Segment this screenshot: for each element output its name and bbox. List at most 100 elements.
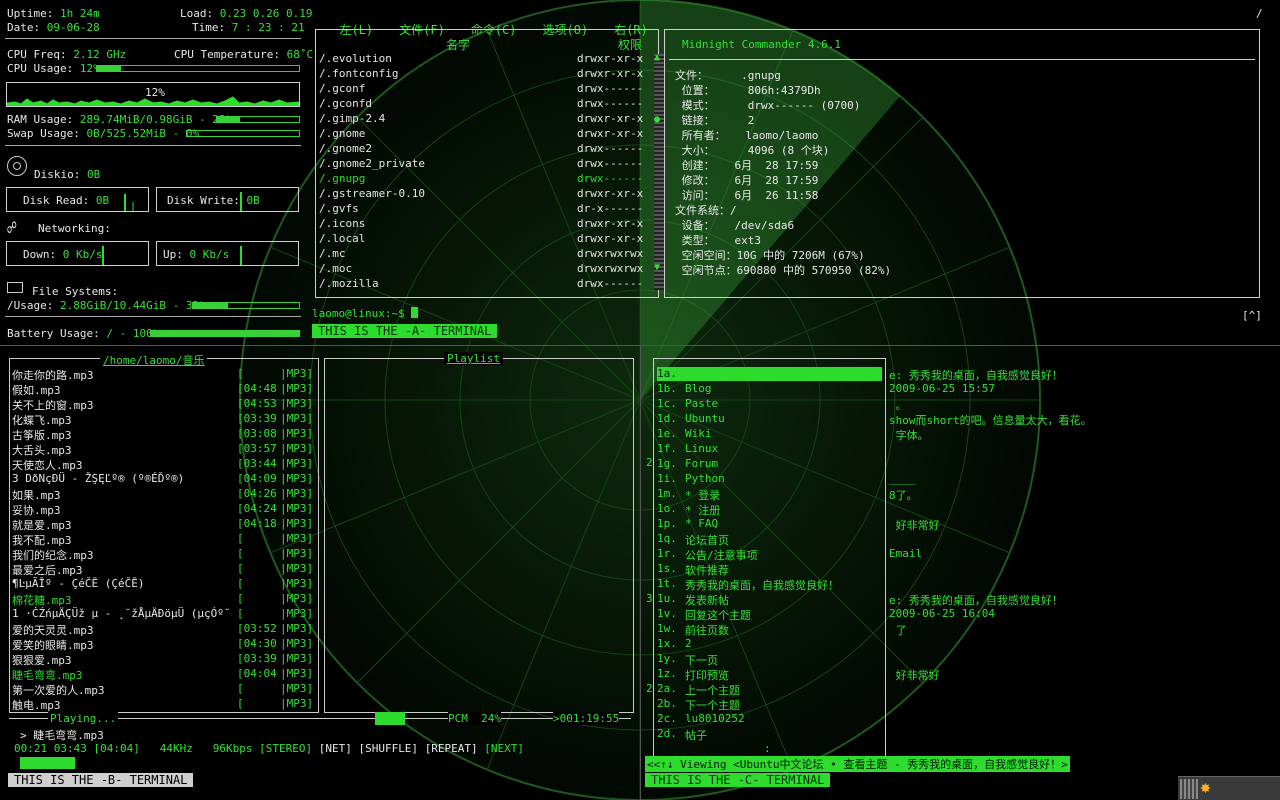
link-row[interactable]: 1t. 秀秀我的桌面，自我感觉良好！ [657,577,882,592]
song-row[interactable]: 触电.mp3 [|MP3] [12,697,317,712]
song-row[interactable]: 化蝶飞.mp3 [03:39 |MP3] [12,412,317,427]
file-name: /.gnome [319,127,366,140]
file-row[interactable]: /.moc drwxrwxrwx [319,262,649,276]
link-row[interactable]: 1f. Linux [657,442,882,456]
song-row[interactable]: 假如.mp3 [04:48 |MP3] [12,382,317,397]
file-row[interactable]: /.gconf drwx------ [319,82,649,96]
link-row[interactable]: 1y. 下一页 [657,652,882,667]
song-row[interactable]: 你走你的路.mp3 [|MP3] [12,367,317,382]
mc-left-panel[interactable]: 名字 权限 /.evolution drwxr-xr-x /.fontconfig d… [315,29,664,298]
song-row[interactable]: 第一次爱的人.mp3 [|MP3] [12,682,317,697]
song-row[interactable]: 我不配.mp3 [|MP3] [12,532,317,547]
diskio-label: Diskio: [34,168,81,181]
link-row[interactable]: 1m. * 登录 [657,487,882,502]
link-row[interactable]: 1p. * FAQ [657,517,882,531]
link-row[interactable]: 2c. lu8010252 [657,712,882,726]
link-row[interactable]: 1g. Forum [657,457,882,471]
link-row[interactable]: 1i. Python [657,472,882,486]
link-key: 1y. [657,652,677,665]
up-graph: Up: 0 Kb/s [156,241,299,266]
file-row[interactable]: /.gvfs dr-x------ [319,202,649,216]
song-row[interactable]: 最爱之后.mp3 [|MP3] [12,562,317,577]
song-row[interactable]: 如果.mp3 [04:26 |MP3] [12,487,317,502]
diskio-value: 0B [86,168,101,181]
link-row[interactable]: 1d. Ubuntu [657,412,882,426]
link-label: 2 [685,637,692,650]
song-row[interactable]: ¶ĿµÃĪº - ÇéČĒ (ÇéČĒ) [|MP3] [12,577,317,591]
song-row[interactable]: 天使恋人.mp3 [03:44 |MP3] [12,457,317,472]
link-row[interactable]: 2b. 下一个主题 [657,697,882,712]
progress-bar[interactable] [20,757,75,769]
file-row[interactable]: /.evolution drwxr-xr-x [319,52,649,66]
song-row[interactable]: 狠狠爱.mp3 [03:39 |MP3] [12,652,317,667]
link-row[interactable]: 1v. 回复这个主题 [657,607,882,622]
link-row[interactable]: 1s. 软件推荐 [657,562,882,577]
song-format: |MP3] [280,442,314,455]
link-row[interactable]: 1c. Paste [657,397,882,411]
cpu-temp-value: 68˚C [286,48,314,61]
tray-handle[interactable] [1180,779,1198,799]
playing-label: Playing... [48,712,119,725]
song-format: |MP3] [280,517,314,530]
side-marker: 3 [646,592,653,605]
file-row[interactable]: /.gnome2 drwx------ [319,142,649,156]
file-row[interactable]: /.icons drwxr-xr-x [319,217,649,231]
file-row[interactable]: /.mozilla drwx------ [319,277,649,291]
volume-bar[interactable] [375,712,405,725]
song-duration: [03:57 [237,442,277,455]
column-name-header[interactable]: 名字 [446,36,470,53]
content-line: Email [889,547,923,560]
song-row[interactable]: 关不上的窗.mp3 [04:53 |MP3] [12,397,317,412]
song-row[interactable]: 棉花糖.mp3 [|MP3] [12,592,317,607]
scroll-down-icon[interactable]: ▼ [654,262,660,273]
link-row[interactable]: 1q. 论坛首页 [657,532,882,547]
link-row[interactable]: 1x. 2 [657,637,882,651]
file-row[interactable]: /.gnome2_private drwx------ [319,157,649,171]
moc-playlist-panel[interactable] [324,358,634,713]
file-row[interactable]: /.gstreamer-0.10 drwxr-xr-x [319,187,649,201]
sun-icon[interactable]: ✸ [1200,777,1211,798]
info-line: 设备： /dev/sda6 [675,219,795,232]
link-row[interactable]: 1w. 前往页数 [657,622,882,637]
file-row[interactable]: /.gimp-2.4 drwxr-xr-x [319,112,649,126]
moc-directory-title: /home/laomo/音乐 [100,352,208,368]
link-row[interactable]: 1e. Wiki [657,427,882,441]
file-name: /.gnupg [319,172,366,185]
song-row[interactable]: 古筝版.mp3 [03:08 |MP3] [12,427,317,442]
info-line: 文件： .gnupg [675,69,781,82]
song-row[interactable]: 我们的纪念.mp3 [|MP3] [12,547,317,562]
link-row[interactable]: 1z. 打印预览 [657,667,882,682]
scroll-thumb-icon[interactable]: ● [654,114,660,125]
song-row[interactable]: 大舌头.mp3 [03:57 |MP3] [12,442,317,457]
link-row[interactable]: 1b. Blog [657,382,882,396]
file-row[interactable]: /.gnupg drwx------ [319,172,649,186]
terminal-c-label: THIS IS THE -C- TERMINAL [645,773,831,787]
file-name: /.gnome2 [319,142,372,155]
song-row[interactable]: 睫毛弯弯.mp3 [04:04 |MP3] [12,667,317,682]
song-row[interactable]: 就是爱.mp3 [04:18 |MP3] [12,517,317,532]
song-row[interactable]: 爱笑的眼睛.mp3 [04:30 |MP3] [12,637,317,652]
file-row[interactable]: /.gconfd drwx------ [319,97,649,111]
column-perm-header[interactable]: 权限 [618,36,642,53]
link-row[interactable]: 1a. [657,367,882,381]
link-key: 1u. [657,592,677,605]
cursor[interactable] [411,307,419,318]
link-row[interactable]: 2a. 上一个主题 [657,682,882,697]
scrollbar[interactable] [654,54,664,290]
song-duration: [ [237,367,244,380]
link-row[interactable]: 1u. 发表新帖 [657,592,882,607]
link-row[interactable]: 1o. * 注册 [657,502,882,517]
song-row[interactable]: 妥协.mp3 [04:24 |MP3] [12,502,317,517]
link-row[interactable]: 1r. 公告/注意事项 [657,547,882,562]
file-row[interactable]: /.fontconfig drwxr-xr-x [319,67,649,81]
link-label: Blog [685,382,712,395]
link-row[interactable]: 2d. 帖子 [657,727,882,742]
song-row[interactable]: 3 DðNçĐÜ - ŽŞĘĽº® (º®ÉĎº®) [04:09 |MP3] [12,472,317,486]
scroll-up-icon[interactable]: ▲ [654,52,660,63]
flag-stereo: [STEREO] [259,742,313,755]
file-row[interactable]: /.mc drwxrwxrwx [319,247,649,261]
song-row[interactable]: 1 ·ĊŹńµÄÇÜž µ - ¸˘žÅµÄĐöµÜ (µçÓº˘ [|MP3] [12,607,317,621]
song-row[interactable]: 爱的天灵灵.mp3 [03:52 |MP3] [12,622,317,637]
file-row[interactable]: /.local drwxr-xr-x [319,232,649,246]
file-row[interactable]: /.gnome drwxr-xr-x [319,127,649,141]
